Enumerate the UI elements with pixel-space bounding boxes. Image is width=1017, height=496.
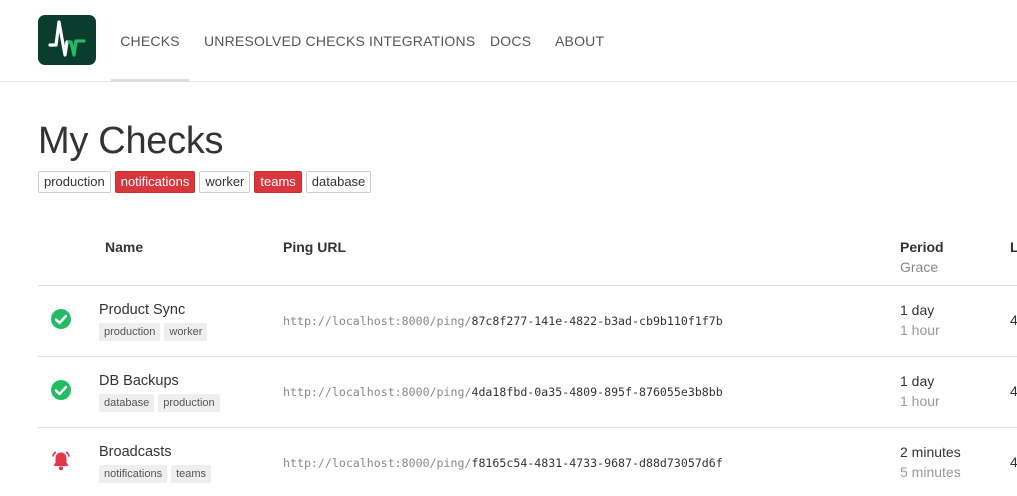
check-last-ping: 4 — [1010, 454, 1017, 470]
check-name[interactable]: Broadcasts — [99, 444, 172, 460]
check-tags: notifications teams — [99, 465, 212, 483]
check-tag: database — [99, 394, 155, 412]
table-row[interactable]: Product Sync production worker http://lo… — [38, 286, 1017, 357]
check-period[interactable]: 2 minutes — [900, 444, 961, 460]
column-header-last-ping: L — [1010, 239, 1017, 255]
ping-url-code: 87c8f277-141e-4822-b3ad-cb9b110f1f7b — [471, 314, 723, 328]
ping-url-code: f8165c54-4831-4733-9687-d88d73057d6f — [471, 456, 723, 470]
check-name[interactable]: Product Sync — [99, 302, 185, 318]
ping-url-base: http://localhost:8000/ping/ — [283, 314, 472, 328]
nav-unresolved-checks[interactable]: UNRESOLVED CHECKS — [204, 0, 365, 82]
nav-about[interactable]: ABOUT — [555, 0, 604, 82]
tag-filter-worker[interactable]: worker — [199, 171, 251, 193]
check-tags: production worker — [99, 323, 208, 341]
check-grace[interactable]: 1 hour — [900, 322, 940, 338]
check-tag: production — [158, 394, 220, 412]
column-header-period: Period — [900, 239, 944, 255]
check-grace[interactable]: 5 minutes — [900, 464, 961, 480]
table-row[interactable]: DB Backups database production http://lo… — [38, 357, 1017, 428]
check-last-ping: 4 — [1010, 312, 1017, 328]
ping-url-base: http://localhost:8000/ping/ — [283, 385, 472, 399]
top-navbar: CHECKS UNRESOLVED CHECKS INTEGRATIONS DO… — [0, 0, 1017, 82]
ping-url[interactable]: http://localhost:8000/ping/4da18fbd-0a35… — [283, 385, 723, 399]
check-tag: teams — [171, 465, 212, 483]
check-period[interactable]: 1 day — [900, 302, 934, 318]
check-last-ping: 4 — [1010, 383, 1017, 399]
ping-url[interactable]: http://localhost:8000/ping/f8165c54-4831… — [283, 456, 723, 470]
tag-filter-bar: production notifications worker teams da… — [38, 171, 372, 193]
ping-url[interactable]: http://localhost:8000/ping/87c8f277-141e… — [283, 314, 723, 328]
page-title: My Checks — [38, 120, 224, 162]
ping-url-code: 4da18fbd-0a35-4809-895f-876055e3b8bb — [471, 385, 723, 399]
check-grace[interactable]: 1 hour — [900, 393, 940, 409]
tag-filter-database[interactable]: database — [305, 171, 372, 193]
nav-checks[interactable]: CHECKS — [111, 0, 189, 82]
bell-alert-icon — [50, 450, 72, 472]
column-header-ping-url: Ping URL — [283, 239, 346, 255]
column-header-grace: Grace — [900, 259, 939, 275]
nav-docs[interactable]: DOCS — [490, 0, 531, 82]
ping-url-base: http://localhost:8000/ping/ — [283, 456, 472, 470]
table-row[interactable]: Broadcasts notifications teams http://lo… — [38, 428, 1017, 496]
tag-filter-production[interactable]: production — [38, 171, 111, 193]
nav-integrations[interactable]: INTEGRATIONS — [369, 0, 475, 82]
pulse-logo-icon[interactable] — [38, 15, 96, 65]
check-period[interactable]: 1 day — [900, 373, 934, 389]
check-tag: notifications — [99, 465, 168, 483]
check-name[interactable]: DB Backups — [99, 373, 179, 389]
status-up-icon — [50, 308, 72, 330]
check-tag: production — [99, 323, 161, 341]
check-tag: worker — [164, 323, 208, 341]
tag-filter-teams[interactable]: teams — [254, 171, 302, 193]
column-header-name: Name — [105, 239, 144, 255]
tag-filter-notifications[interactable]: notifications — [114, 171, 196, 193]
status-up-icon — [50, 379, 72, 401]
check-tags: database production — [99, 394, 220, 412]
